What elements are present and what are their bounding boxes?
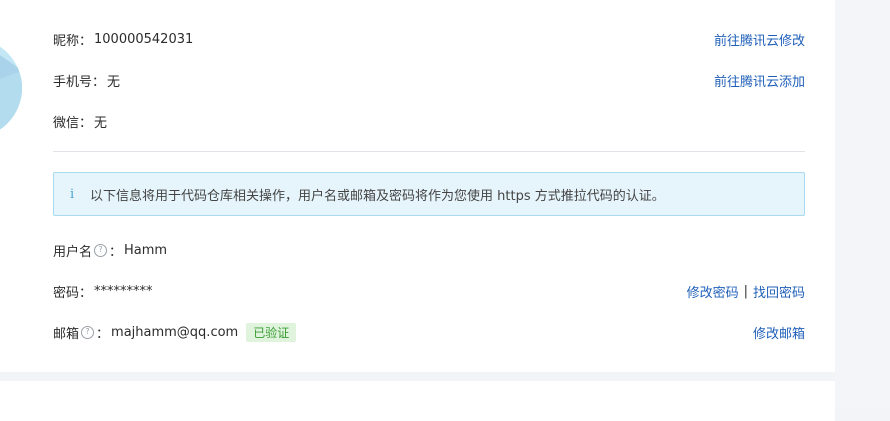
recover-password-link[interactable]: 找回密码 (753, 282, 805, 301)
email-label: 邮箱 (53, 326, 80, 342)
info-notice: i 以下信息将用于代码仓库相关操作，用户名或邮箱及密码将作为您使用 https … (53, 172, 805, 216)
help-icon[interactable]: ? (81, 325, 95, 339)
right-gutter (835, 0, 890, 407)
action-separator: | (743, 283, 748, 299)
username-label: 用户名 (53, 244, 93, 260)
nickname-row: 昵称： 100000542031 前往腾讯云修改 (53, 29, 805, 49)
phone-row: 手机号： 无 前往腾讯云添加 (53, 70, 805, 90)
notice-text: 以下信息将用于代码仓库相关操作，用户名或邮箱及密码将作为您使用 https 方式… (90, 188, 665, 204)
change-password-link[interactable]: 修改密码 (687, 282, 739, 301)
username-value: Hamm (124, 242, 168, 258)
password-row: 密码： ********* 修改密码 | 找回密码 (53, 281, 805, 301)
phone-value: 无 (107, 74, 121, 90)
divider (53, 151, 805, 152)
account-info-card: 昵称： 100000542031 前往腾讯云修改 手机号： 无 前往腾讯云添加 … (0, 0, 835, 372)
password-value: ********* (94, 283, 153, 299)
email-value: majhamm@qq.com (111, 324, 239, 340)
nickname-value: 100000542031 (94, 31, 194, 47)
wechat-row: 微信： 无 (53, 111, 805, 131)
email-row: 邮箱 ? ： majhamm@qq.com 已验证 修改邮箱 (53, 322, 805, 342)
verified-badge: 已验证 (246, 322, 297, 342)
nickname-label: 昵称： (53, 33, 93, 49)
email-colon: ： (96, 326, 110, 342)
avatar (0, 38, 22, 138)
wechat-label: 微信： (53, 115, 93, 131)
help-icon[interactable]: ? (94, 243, 108, 257)
edit-nickname-link[interactable]: 前往腾讯云修改 (714, 30, 805, 49)
info-icon: i (70, 186, 75, 202)
username-colon: ： (109, 244, 123, 260)
next-card (0, 381, 835, 421)
username-row: 用户名 ? ： Hamm (53, 240, 805, 260)
add-phone-link[interactable]: 前往腾讯云添加 (714, 71, 805, 90)
wechat-value: 无 (94, 115, 108, 131)
phone-label: 手机号： (53, 74, 106, 90)
change-email-link[interactable]: 修改邮箱 (753, 323, 805, 342)
password-label: 密码： (53, 285, 93, 301)
